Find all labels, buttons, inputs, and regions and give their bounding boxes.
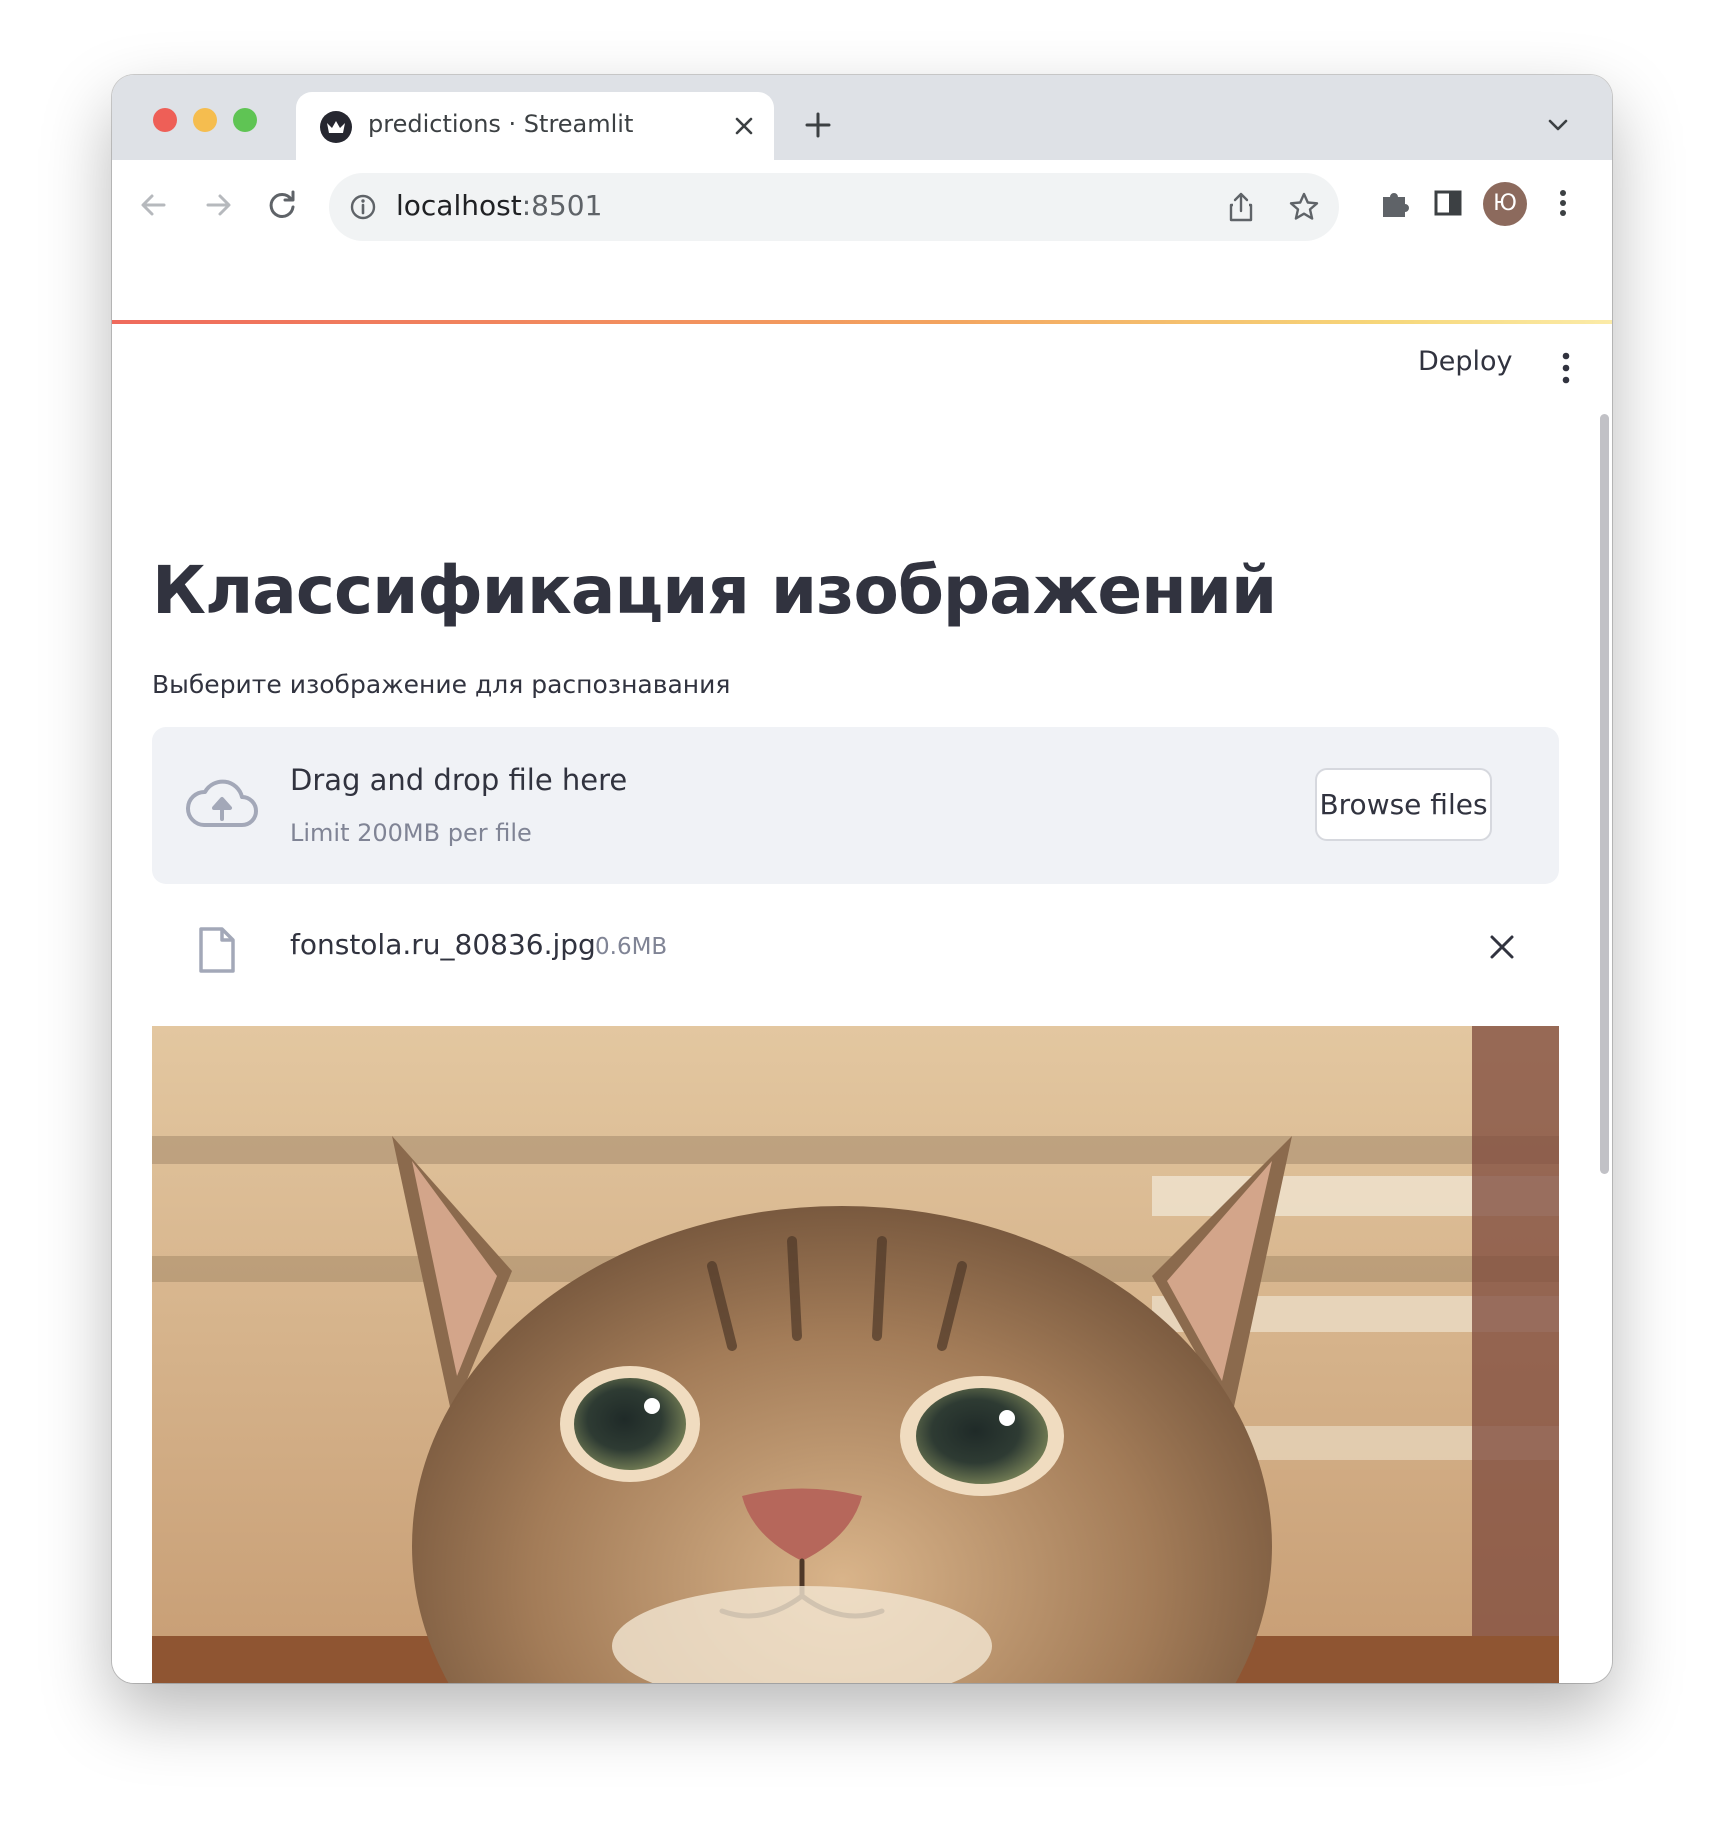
- back-arrow-icon[interactable]: [134, 185, 174, 225]
- remove-file-icon[interactable]: [1487, 932, 1517, 962]
- uploaded-file-name: fonstola.ru_80836.jpg: [290, 928, 596, 961]
- dropzone-limit: Limit 200MB per file: [290, 819, 532, 847]
- extensions-puzzle-icon[interactable]: [1377, 185, 1413, 221]
- info-icon[interactable]: [349, 193, 377, 221]
- url-text[interactable]: localhost:8501: [396, 189, 602, 222]
- streamlit-crown-icon: [320, 111, 352, 143]
- cat-photo: [152, 1026, 1559, 1683]
- browser-window: predictions · Streamlit localhost:8501 Ю…: [112, 75, 1612, 1683]
- tab-title: predictions · Streamlit: [368, 110, 634, 138]
- maximize-window-button[interactable]: [233, 108, 257, 132]
- share-icon[interactable]: [1226, 191, 1256, 223]
- file-icon: [199, 927, 235, 973]
- uploaded-file-size: 0.6MB: [595, 934, 668, 960]
- close-window-button[interactable]: [153, 108, 177, 132]
- uploader-label: Выберите изображение для распознавания: [152, 670, 731, 699]
- url-port: :8501: [521, 189, 603, 222]
- app-menu-icon[interactable]: [1561, 350, 1571, 386]
- file-dropzone[interactable]: Drag and drop file here Limit 200MB per …: [152, 727, 1559, 884]
- close-tab-icon[interactable]: [730, 112, 758, 140]
- browse-files-button[interactable]: Browse files: [1315, 768, 1492, 841]
- url-host: localhost: [396, 189, 522, 222]
- side-panel-icon[interactable]: [1430, 185, 1466, 221]
- tab-strip: predictions · Streamlit: [112, 75, 1612, 160]
- cloud-upload-icon: [186, 779, 258, 827]
- forward-arrow-icon[interactable]: [198, 185, 238, 225]
- profile-avatar[interactable]: Ю: [1483, 182, 1527, 226]
- reload-icon[interactable]: [262, 185, 302, 225]
- browser-toolbar: localhost:8501 Ю: [112, 160, 1612, 320]
- new-tab-icon[interactable]: [802, 109, 834, 141]
- page-scrollbar[interactable]: [1600, 414, 1609, 1174]
- tab-predictions[interactable]: predictions · Streamlit: [296, 92, 774, 160]
- address-bar[interactable]: localhost:8501: [329, 173, 1339, 241]
- dropzone-instructions: Drag and drop file here: [290, 763, 628, 797]
- browser-menu-icon[interactable]: [1545, 185, 1581, 221]
- uploaded-file-row: fonstola.ru_80836.jpg 0.6MB: [152, 904, 1559, 994]
- deploy-button[interactable]: Deploy: [1418, 346, 1513, 377]
- page-title: Классификация изображений: [152, 552, 1277, 629]
- chevron-down-icon[interactable]: [1546, 115, 1570, 135]
- streamlit-app: Deploy Классификация изображений Выберит…: [112, 324, 1612, 1683]
- bookmark-star-icon[interactable]: [1288, 191, 1320, 223]
- minimize-window-button[interactable]: [193, 108, 217, 132]
- uploaded-image: [152, 1026, 1559, 1683]
